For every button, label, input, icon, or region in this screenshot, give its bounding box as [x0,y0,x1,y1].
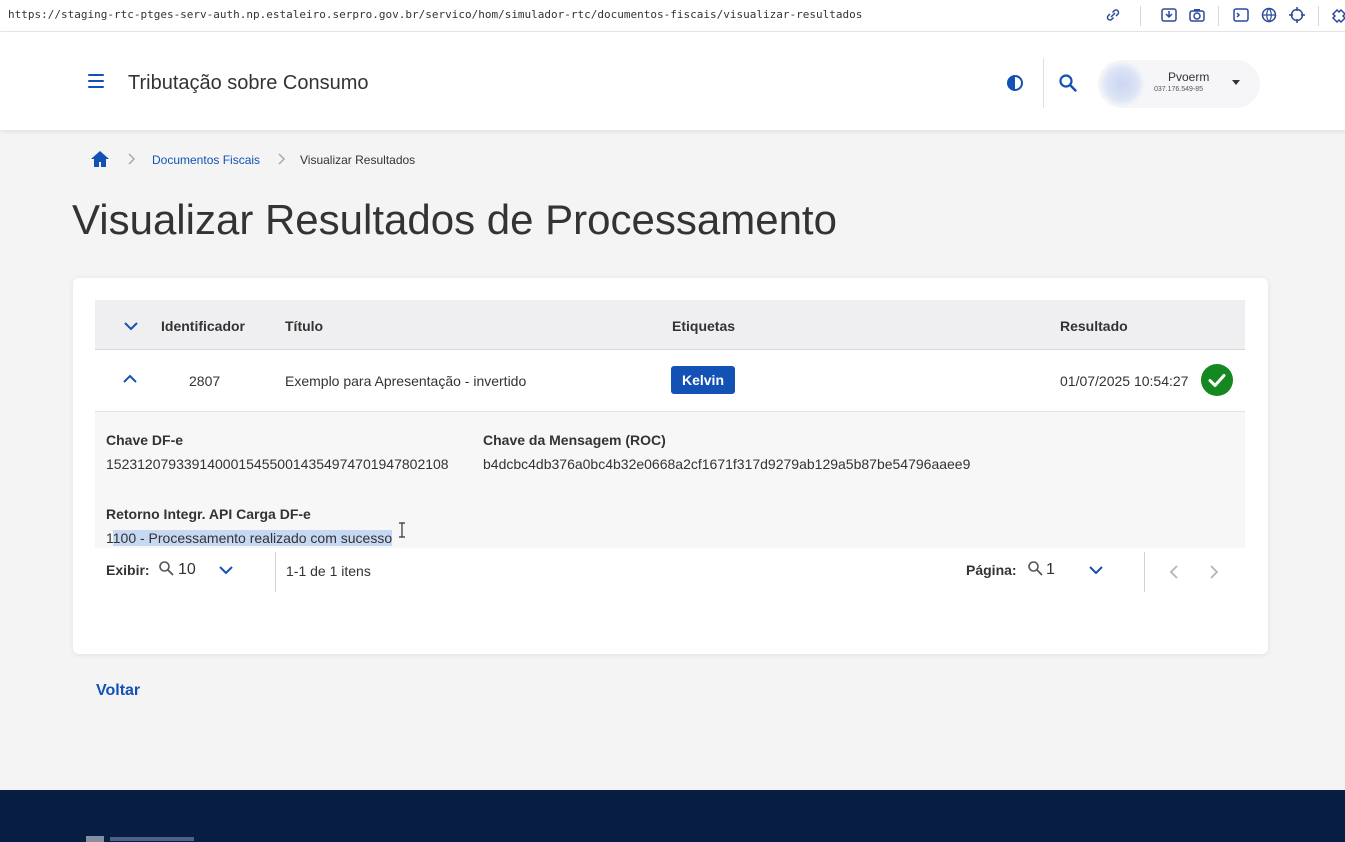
chevron-down-icon[interactable] [218,565,234,575]
chevron-up-icon[interactable] [122,374,138,384]
retorno-selected-text: 100 - Processamento realizado com sucess… [112,530,393,546]
toolbar-divider [1218,6,1219,26]
row-detail-panel: Chave DF-e 15231207933914000154550014354… [95,412,1245,548]
terminal-icon[interactable] [1232,6,1250,24]
footer [0,790,1345,842]
chave-dfe-label: Chave DF-e [106,432,184,448]
text-cursor-icon [399,522,405,538]
user-document: 037.176.549-85 [1154,86,1204,93]
cell-identificador: 2807 [189,373,221,389]
page-value[interactable]: 1 [1046,561,1055,579]
pager-divider [1144,552,1145,592]
link-icon[interactable] [1104,6,1122,24]
toolbar-divider [1140,6,1141,26]
extension-icon[interactable] [1330,6,1345,24]
contrast-icon[interactable] [1006,74,1024,92]
chevron-right-icon [128,153,136,165]
chevron-left-icon[interactable] [1169,564,1179,580]
table-row[interactable]: 2807 Exemplo para Apresentação - inverti… [95,350,1245,412]
pager-divider [275,552,276,592]
back-button[interactable]: Voltar [96,682,140,700]
chevron-down-icon[interactable] [123,321,139,331]
app-title: Tributação sobre Consumo [128,72,369,94]
crosshair-icon[interactable] [1288,6,1306,24]
globe-icon[interactable] [1260,6,1278,24]
per-page-value[interactable]: 10 [178,561,196,579]
results-card: Identificador Título Etiquetas Resultado… [73,278,1268,654]
toolbar-divider [1318,6,1319,26]
column-header-etiquetas[interactable]: Etiquetas [672,318,735,334]
cell-titulo: Exemplo para Apresentação - invertido [285,373,527,389]
search-icon [159,561,174,576]
column-header-resultado[interactable]: Resultado [1060,318,1128,334]
browser-url[interactable]: https://staging-rtc-ptges-serv-auth.np.e… [8,8,862,21]
search-icon[interactable] [1058,73,1078,93]
avatar [1102,64,1142,104]
column-header-identificador[interactable]: Identificador [161,318,245,334]
item-range: 1-1 de 1 itens [286,563,371,579]
cell-resultado: 01/07/2025 10:54:27 [1060,373,1189,389]
page-label: Página: [966,562,1017,578]
logo-icon [86,836,194,842]
chevron-right-icon [278,153,286,165]
header-divider [1043,58,1044,108]
chave-mensagem-value: b4dcbc4db376a0bc4b32e0668a2cf1671f317d92… [483,456,971,472]
retorno-prefix: 1 [106,530,113,546]
hamburger-menu-icon[interactable] [88,74,104,88]
breadcrumb-link-documentos-fiscais[interactable]: Documentos Fiscais [152,153,260,167]
column-header-titulo[interactable]: Título [285,318,323,334]
success-check-icon [1201,364,1233,396]
download-icon[interactable] [1160,6,1178,24]
table-header: Identificador Título Etiquetas Resultado [95,300,1245,350]
user-name: Pvoerm [1168,70,1210,84]
pagination: Exibir: 10 1-1 de 1 itens Página: 1 [95,548,1245,594]
caret-down-icon[interactable] [1232,80,1240,85]
camera-icon[interactable] [1188,6,1206,24]
breadcrumb-current: Visualizar Resultados [300,153,416,167]
show-label: Exibir: [106,562,150,578]
chave-mensagem-label: Chave da Mensagem (ROC) [483,432,666,448]
chave-dfe-value: 1523120793391400015455001435497470194780… [106,456,449,472]
retorno-label: Retorno Integr. API Carga DF-e [106,506,311,522]
retorno-value: 1100 - Processamento realizado com suces… [106,530,393,546]
page-title: Visualizar Resultados de Processamento [72,196,837,243]
chevron-down-icon[interactable] [1088,565,1104,575]
user-menu[interactable]: Pvoerm 037.176.549-85 [1098,60,1260,108]
home-icon[interactable] [90,150,110,168]
app-header: Tributação sobre Consumo Pvoerm 037.176.… [0,32,1345,130]
browser-url-bar: https://staging-rtc-ptges-serv-auth.np.e… [0,0,1345,32]
tag-badge[interactable]: Kelvin [671,366,735,394]
search-icon [1028,561,1043,576]
chevron-right-icon[interactable] [1209,564,1219,580]
